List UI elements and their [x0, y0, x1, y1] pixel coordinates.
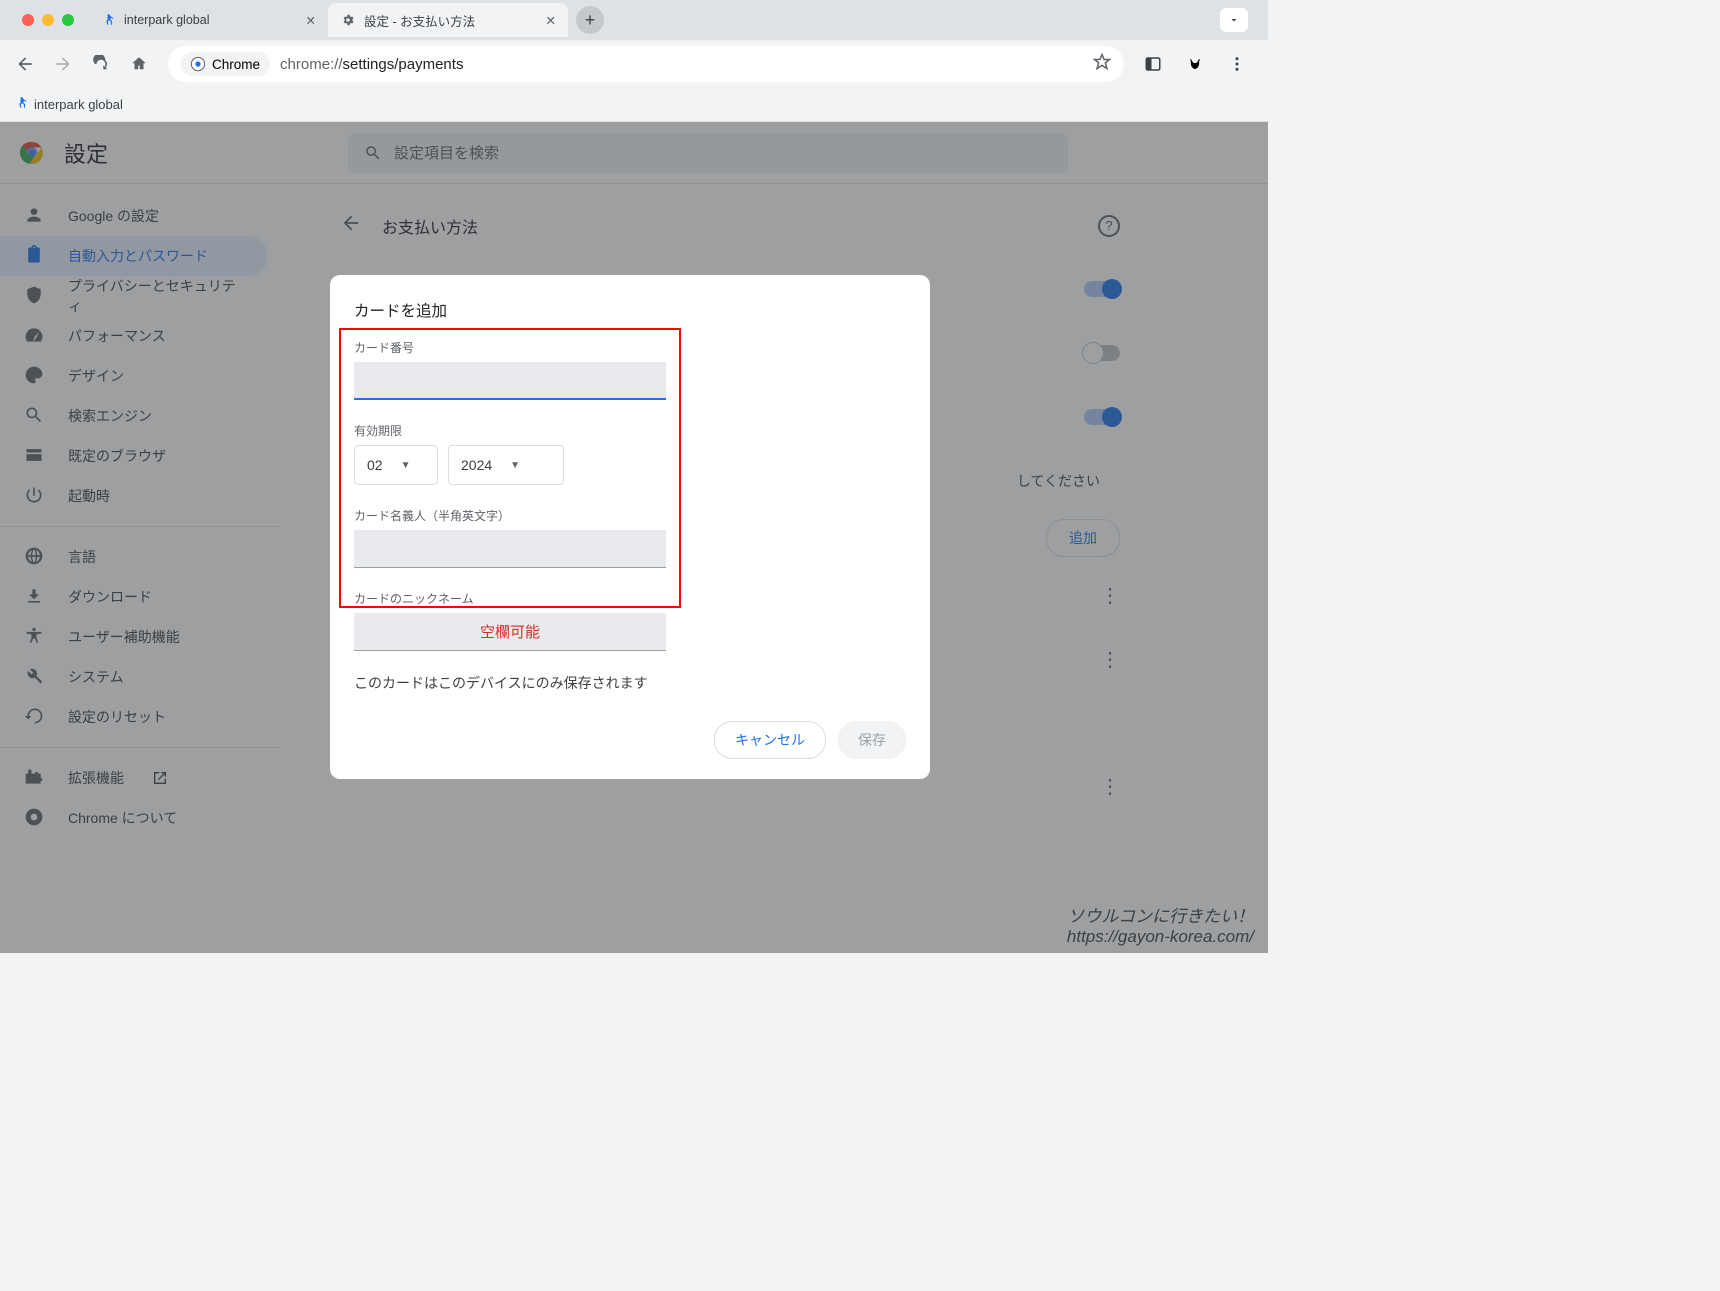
window-controls: [8, 14, 88, 26]
minimize-window-button[interactable]: [42, 14, 54, 26]
reload-button[interactable]: [84, 47, 118, 81]
back-button[interactable]: [8, 47, 42, 81]
modal-title: カードを追加: [354, 299, 906, 321]
site-chip-label: Chrome: [212, 57, 260, 72]
bookmark-star-icon[interactable]: [1092, 52, 1112, 77]
tab-settings[interactable]: 設定 - お支払い方法 ✕: [328, 3, 568, 37]
card-number-input[interactable]: [354, 362, 666, 400]
tab-title: 設定 - お支払い方法: [364, 11, 475, 30]
address-bar[interactable]: Chrome chrome://settings/payments: [168, 46, 1124, 82]
home-button[interactable]: [122, 47, 156, 81]
expiry-field: 有効期限 02 ▼ 2024 ▼: [354, 422, 906, 485]
bookmark-bar: interpark global: [0, 88, 1268, 122]
nickname-label: カードのニックネーム: [354, 590, 906, 607]
save-button[interactable]: 保存: [838, 721, 906, 759]
browser-chrome: interpark global ✕ 設定 - お支払い方法 ✕ +: [0, 0, 1268, 122]
close-tab-icon[interactable]: ✕: [306, 13, 316, 28]
expiry-month-select[interactable]: 02 ▼: [354, 445, 438, 485]
caret-down-icon: ▼: [401, 460, 411, 471]
side-panel-icon[interactable]: [1136, 47, 1170, 81]
tab-interpark[interactable]: interpark global ✕: [88, 3, 328, 37]
site-chip[interactable]: Chrome: [180, 52, 270, 76]
tabs-dropdown-button[interactable]: [1220, 8, 1248, 32]
toolbar-right: [1136, 47, 1260, 81]
tab-strip: interpark global ✕ 設定 - お支払い方法 ✕ +: [0, 0, 1268, 40]
new-tab-button[interactable]: +: [576, 6, 604, 34]
expiry-year-select[interactable]: 2024 ▼: [448, 445, 564, 485]
bookmark-item[interactable]: interpark global: [34, 97, 123, 112]
cardholder-field: カード名義人（半角英文字）: [354, 507, 906, 568]
gear-icon: [340, 12, 356, 28]
caret-down-icon: ▼: [510, 460, 520, 471]
watermark-line1: ソウルコンに行きたい！: [1067, 902, 1254, 927]
url-text: chrome://settings/payments: [280, 56, 463, 73]
expiry-year-value: 2024: [461, 457, 492, 473]
close-window-button[interactable]: [22, 14, 34, 26]
forward-button[interactable]: [46, 47, 80, 81]
cardholder-input[interactable]: [354, 530, 666, 568]
interpark-favicon: [100, 12, 116, 28]
modal-actions: キャンセル 保存: [354, 721, 906, 759]
watermark-line2: https://gayon-korea.com/: [1067, 927, 1254, 947]
add-card-modal: カードを追加 カード番号 有効期限 02 ▼ 2024 ▼ カード名義人（半角英…: [330, 275, 930, 779]
nickname-input[interactable]: [354, 613, 666, 651]
close-tab-icon[interactable]: ✕: [546, 13, 556, 28]
nickname-field: カードのニックネーム: [354, 590, 906, 651]
expiry-label: 有効期限: [354, 422, 906, 439]
maximize-window-button[interactable]: [62, 14, 74, 26]
profile-avatar-icon[interactable]: [1178, 47, 1212, 81]
card-number-label: カード番号: [354, 339, 906, 356]
watermark: ソウルコンに行きたい！ https://gayon-korea.com/: [1067, 902, 1254, 947]
modal-note: このカードはこのデバイスにのみ保存されます: [354, 673, 906, 693]
card-number-field: カード番号: [354, 339, 906, 400]
expiry-month-value: 02: [367, 457, 383, 473]
tab-title: interpark global: [124, 13, 209, 27]
cancel-button[interactable]: キャンセル: [714, 721, 826, 759]
browser-toolbar: Chrome chrome://settings/payments: [0, 40, 1268, 88]
cardholder-label: カード名義人（半角英文字）: [354, 507, 906, 524]
menu-icon[interactable]: [1220, 47, 1254, 81]
bookmark-favicon: [14, 96, 28, 113]
